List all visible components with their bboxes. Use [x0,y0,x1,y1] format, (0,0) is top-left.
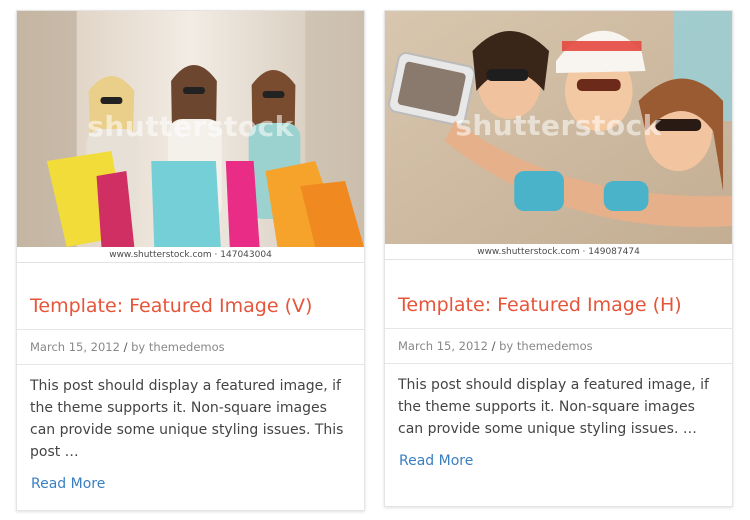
post-meta: March 15, 2012 / by themedemos [385,328,732,364]
read-more-link[interactable]: Read More [399,453,473,469]
meta-separator: / [123,340,132,354]
author-link[interactable]: themedemos [149,340,225,354]
image-credit: www.shutterstock.com · 147043004 [17,247,364,263]
featured-image[interactable]: shutterstock [17,11,364,247]
author-link[interactable]: themedemos [517,339,593,353]
meta-separator: / [491,339,500,353]
post-date-link[interactable]: March 15, 2012 [398,339,488,353]
featured-image[interactable]: shutterstock [385,11,732,244]
by-label: by [131,340,149,354]
post-title-link[interactable]: Template: Featured Image (V) [17,295,364,317]
watermark-text: shutterstock [455,108,662,142]
post-excerpt: This post should display a featured imag… [30,378,344,460]
read-more-link[interactable]: Read More [31,476,105,492]
post-card: shutterstock www.shutterstock.com · 1470… [16,10,365,511]
by-label: by [499,339,517,353]
image-credit: www.shutterstock.com · 149087474 [385,244,732,260]
post-excerpt: This post should display a featured imag… [398,377,709,437]
post-date-link[interactable]: March 15, 2012 [30,340,120,354]
post-title-link[interactable]: Template: Featured Image (H) [385,294,732,316]
post-card: shutterstock www.shutterstock.com · 1490… [384,10,733,507]
post-meta: March 15, 2012 / by themedemos [17,329,364,365]
watermark-text: shutterstock [87,110,294,144]
